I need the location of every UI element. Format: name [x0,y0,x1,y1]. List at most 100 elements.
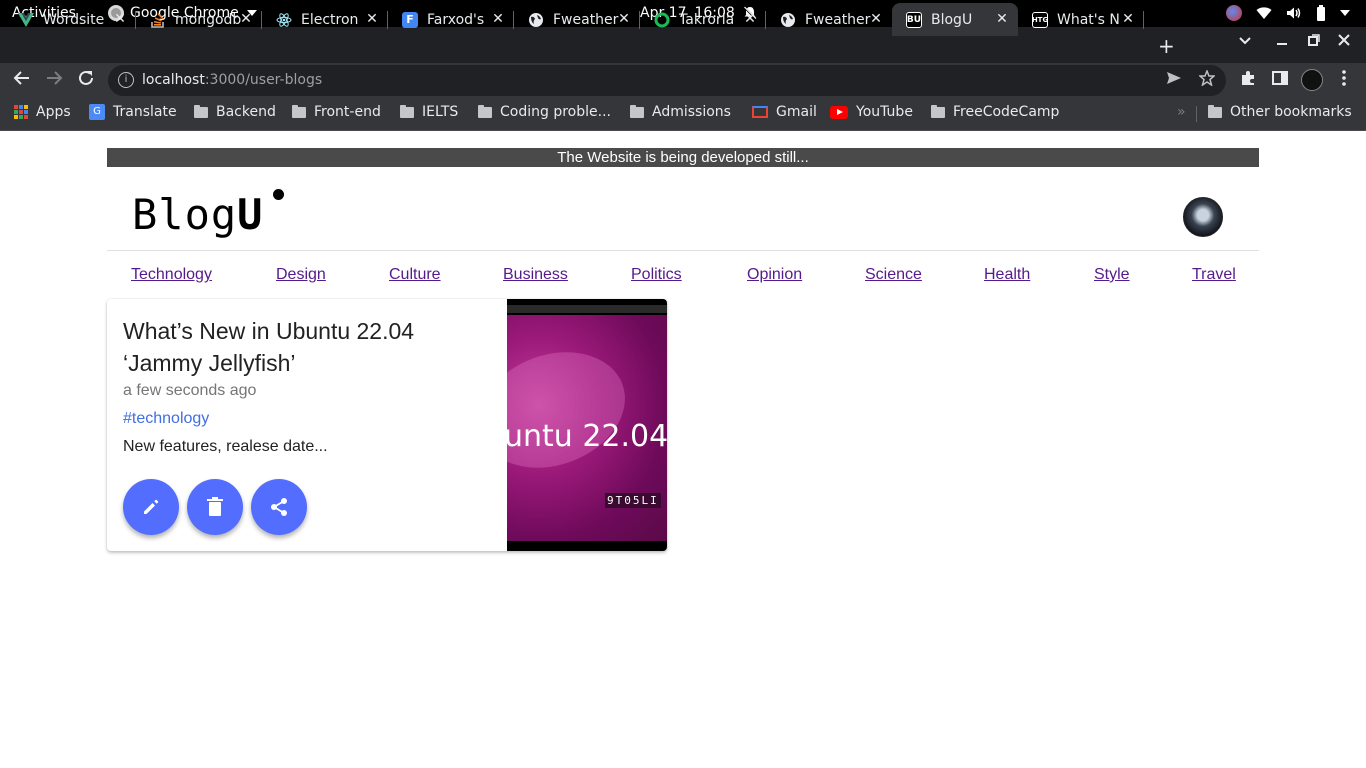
header-divider [107,250,1259,251]
side-panel-icon[interactable] [1272,70,1288,90]
post-description: New features, realese date... [123,438,328,455]
jellyfish-shape [507,332,642,488]
htg-icon: HTG [1032,11,1048,28]
indicator-app-icon[interactable] [1226,5,1242,21]
nav-politics[interactable]: Politics [631,266,682,284]
tab-blogu[interactable]: BU BlogU ✕ [892,3,1018,36]
blog-post-card[interactable]: What’s New in Ubuntu 22.04 ‘Jammy Jellyf… [107,299,667,551]
tab-separator [1143,11,1144,29]
image-small-text: 9T05LI [605,493,661,508]
folder-icon [1208,104,1222,118]
nav-science[interactable]: Science [865,266,922,284]
google-translate-icon: G [89,104,105,120]
bookmarks-overflow-chevron[interactable]: » [1177,104,1186,120]
folder-icon [194,104,208,118]
more-vert-icon[interactable] [1341,70,1347,90]
close-icon[interactable]: ✕ [238,11,254,27]
image-top-strip [507,305,667,313]
nav-travel[interactable]: Travel [1192,266,1236,284]
folder-icon [630,104,644,118]
nav-design[interactable]: Design [276,266,326,284]
gmail-icon [752,106,768,118]
tab-search-chevron-icon[interactable] [1238,34,1252,50]
tab-mongodb[interactable]: mongodb ✕ [136,3,262,36]
url-path: :3000/user-blogs [204,72,323,88]
bookmark-apps[interactable]: Apps [14,104,71,120]
restore-icon[interactable] [1308,34,1320,50]
tab-electron[interactable]: Electron ✕ [262,3,388,36]
url-text[interactable]: localhost:3000/user-blogs [142,72,322,88]
bookmark-other[interactable]: Other bookmarks [1208,104,1352,120]
tab-wordsite[interactable]: Wordsite ✕ [4,3,136,36]
post-timestamp: a few seconds ago [123,382,257,399]
nav-opinion[interactable]: Opinion [747,266,802,284]
profile-avatar[interactable] [1301,69,1323,91]
user-avatar[interactable] [1183,197,1223,237]
edit-post-button[interactable] [123,479,179,535]
address-bar[interactable]: i localhost:3000/user-blogs [108,65,1226,96]
delete-post-button[interactable] [187,479,243,535]
send-icon[interactable] [1166,70,1182,90]
bookmark-youtube[interactable]: YouTube [830,104,913,120]
pencil-icon [144,499,159,514]
image-caption: untu 22.04 [507,419,667,454]
bookmark-label: Front-end [314,104,381,120]
share-post-button[interactable] [251,479,307,535]
post-title[interactable]: What’s New in Ubuntu 22.04 ‘Jammy Jellyf… [123,315,453,379]
post-tag[interactable]: #technology [123,410,209,428]
extensions-puzzle-icon[interactable] [1240,70,1256,90]
bookmark-ielts[interactable]: IELTS [400,104,458,120]
close-icon[interactable]: ✕ [1120,11,1136,27]
nav-health[interactable]: Health [984,266,1030,284]
site-logo[interactable]: BlogU [132,190,263,239]
tab-title: Wordsite [43,11,105,28]
nav-technology[interactable]: Technology [131,266,212,284]
close-window-icon[interactable] [1338,34,1350,50]
bookmark-label: FreeCodeCamp [953,104,1060,120]
bookmark-label: YouTube [856,104,913,120]
close-icon[interactable]: ✕ [112,11,128,27]
ubuntu-wallpaper: untu 22.04 9T05LI [507,315,667,541]
nav-business[interactable]: Business [503,266,568,284]
folder-icon [478,104,492,118]
forward-arrow-icon[interactable] [43,69,65,91]
new-tab-plus-icon[interactable]: + [1158,34,1175,58]
electron-icon [276,12,292,28]
close-icon[interactable]: ✕ [364,11,380,27]
power-menu-caret-icon [1340,10,1350,16]
site-info-icon[interactable]: i [118,72,134,88]
bookmark-star-icon[interactable] [1198,68,1216,90]
nav-culture[interactable]: Culture [389,266,441,284]
bookmark-label: Admissions [652,104,731,120]
bookmark-freecodecamp[interactable]: FreeCodeCamp [931,104,1059,120]
minimize-icon[interactable] [1276,34,1288,50]
globe-icon [528,12,544,28]
close-icon[interactable]: ✕ [994,11,1010,27]
bookmark-translate[interactable]: G Translate [89,104,177,120]
bookmark-backend[interactable]: Backend [194,104,276,120]
close-icon[interactable]: ✕ [868,11,884,27]
back-arrow-icon[interactable] [11,69,33,91]
post-image[interactable]: untu 22.04 9T05LI [507,299,667,551]
close-icon[interactable]: ✕ [490,11,506,27]
dev-notice-banner: The Website is being developed still... [107,148,1259,167]
bu-icon: BU [906,11,922,28]
bookmark-admissions[interactable]: Admissions [630,104,731,120]
nav-style[interactable]: Style [1094,266,1130,284]
bookmark-frontend[interactable]: Front-end [292,104,381,120]
system-tray[interactable] [1226,5,1350,21]
tab-fweather-1[interactable]: Fweather ✕ [514,3,640,36]
close-icon[interactable]: ✕ [742,11,758,27]
close-icon[interactable]: ✕ [616,11,632,27]
tab-whats-new[interactable]: HTG What's N ✕ [1018,3,1144,36]
trash-icon [207,497,223,516]
bookmark-gmail[interactable]: Gmail [752,104,817,120]
tab-takrorla[interactable]: Takrorla ✕ [640,3,766,36]
bookmark-coding[interactable]: Coding proble... [478,104,611,120]
youtube-icon [830,105,848,119]
bookmark-label: IELTS [422,104,459,120]
tab-fweather-2[interactable]: Fweather ✕ [766,3,892,36]
reload-icon[interactable] [75,69,97,91]
stackoverflow-icon [150,12,166,28]
tab-farxods[interactable]: F Farxod's ✕ [388,3,514,36]
